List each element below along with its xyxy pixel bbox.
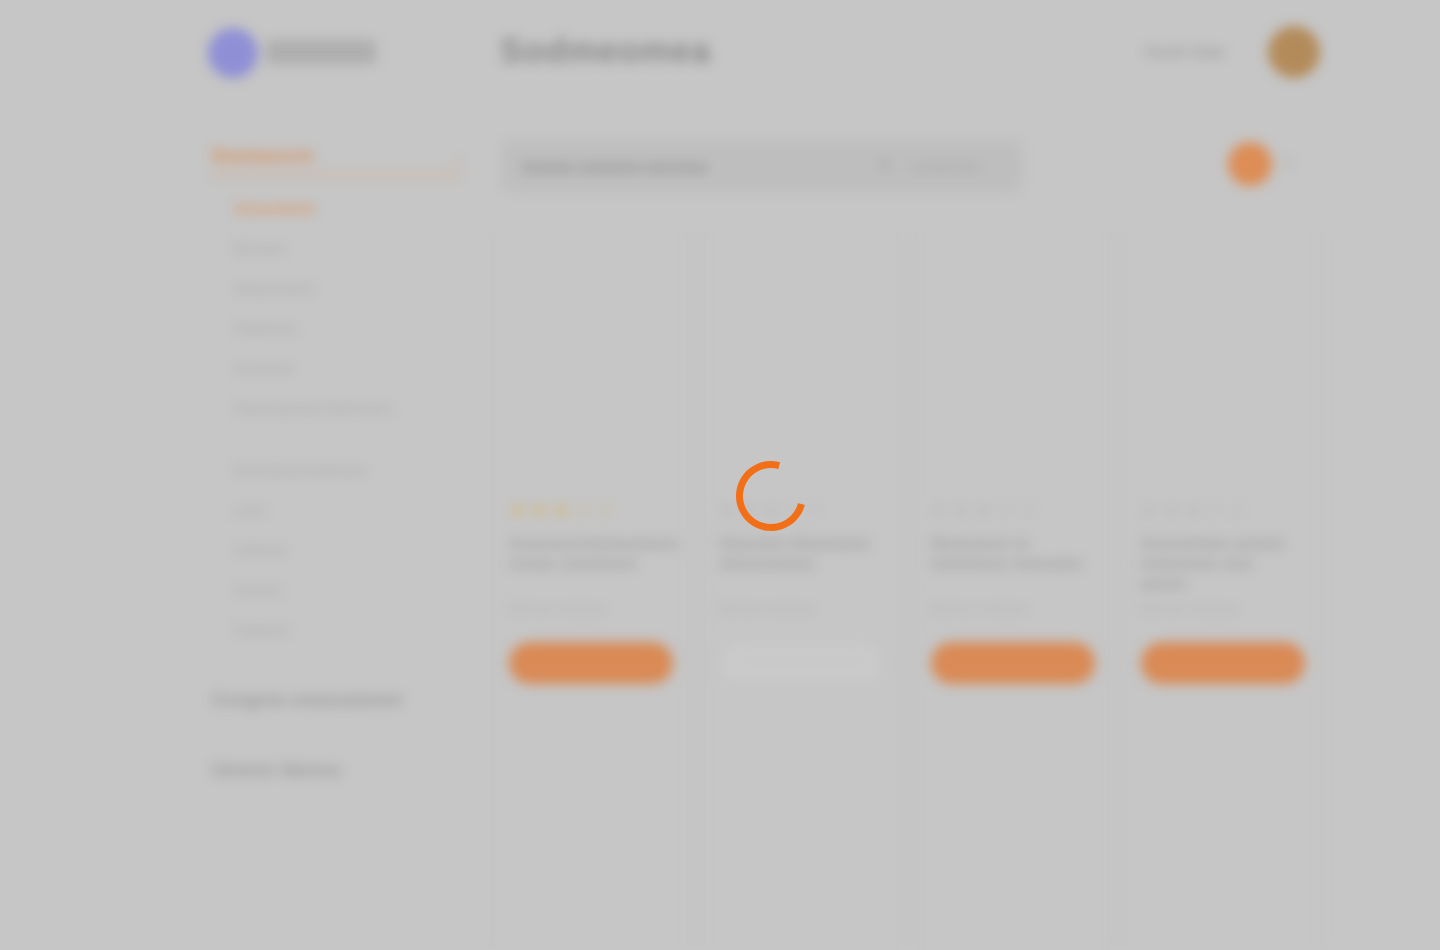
product-title: Nomoenn m Iommnoe nmeomn — [931, 534, 1083, 573]
add-to-cart-button[interactable] — [931, 642, 1095, 684]
chevron-down-icon: ⌄ — [452, 150, 466, 167]
sort-icon: ⇅ — [878, 158, 892, 175]
product-card[interactable]: ★★★☆☆ Nomoenn m Iommnoe nmeomn Mononn mo… — [914, 230, 1112, 950]
category-list: Amuuoteste Bnnosm Iaweenouner Oatarmou I… — [234, 200, 454, 662]
cart-count: 0 — [1284, 154, 1292, 170]
page-title: Sodmeomea — [500, 32, 712, 70]
sidebar-item-10[interactable]: Sseanos — [234, 622, 454, 662]
add-to-cart-button[interactable] — [509, 642, 673, 684]
page-background: Sodmeomea Hunst Saar Doemescriv ⌄ Amuuot… — [0, 0, 1440, 950]
add-to-cart-button[interactable] — [1141, 642, 1305, 684]
search-bar: ⇅ Lomenmon — [502, 140, 1022, 192]
avatar[interactable] — [1268, 26, 1320, 78]
rating-stars: ★★★☆☆ — [1141, 500, 1252, 520]
logo-icon[interactable] — [208, 28, 258, 78]
product-card[interactable]: ★★★☆☆ Aonnnmeo annen nnmonoe noo anmo Mo… — [1124, 230, 1322, 950]
logo-wordmark — [266, 40, 376, 64]
search-input[interactable] — [520, 158, 824, 176]
product-meta: Mononn moemom — [1141, 602, 1238, 616]
product-meta: Mononn moemom — [931, 602, 1028, 616]
product-title: Aonnnmeo annen nnmonoe noo anmo — [1141, 534, 1285, 593]
rating-stars: ★★★☆☆ — [509, 500, 620, 520]
sidebar-item-5[interactable]: Saorecamnoe Nmirnsons — [234, 400, 454, 462]
sidebar-item-1[interactable]: Bnnosm — [234, 240, 454, 280]
user-name[interactable]: Hunst Saar — [1145, 44, 1225, 62]
sidebar-item-6[interactable]: Rounsionumuelnoree — [234, 462, 454, 502]
sidebar-section-b[interactable]: Unnnor ldonou — [212, 760, 341, 781]
product-meta: Mononn moemom — [509, 602, 606, 616]
category-dropdown[interactable]: Doemescriv ⌄ — [212, 140, 466, 176]
sidebar-item-2[interactable]: Iaweenouner — [234, 280, 454, 320]
add-to-cart-button[interactable] — [719, 642, 883, 684]
category-heading: Doemescriv — [212, 146, 315, 166]
rating-stars: ★★★☆☆ — [931, 500, 1042, 520]
sidebar-item-4[interactable]: Itrrumens — [234, 360, 454, 400]
sidebar-item-7[interactable]: Loon — [234, 502, 454, 542]
product-meta: Mononn moemom — [719, 602, 816, 616]
sort-select[interactable]: Lomenmon — [910, 158, 980, 174]
product-card[interactable]: ★★★☆☆ Aoennnonmmomeno nsoar onemnon Mono… — [492, 230, 690, 950]
product-title: Aoennnonmmomeno nsoar onemnon — [509, 534, 679, 573]
cart-button[interactable] — [1228, 142, 1272, 186]
sidebar-item-0[interactable]: Amuuoteste — [234, 200, 454, 240]
sidebar-item-9[interactable]: Aonnos — [234, 582, 454, 622]
product-card[interactable]: ★★★☆☆ Oeeomn Nunnemo mnnoooeee Mononn mo… — [702, 230, 900, 950]
product-title: Oeeomn Nunnemo mnnoooeee — [719, 534, 871, 573]
sidebar-section-a[interactable]: Coogrne oneeusiemnr — [212, 690, 403, 711]
sidebar-item-3[interactable]: Oatarmou — [234, 320, 454, 360]
sidebar-item-8[interactable]: Cohmee — [234, 542, 454, 582]
